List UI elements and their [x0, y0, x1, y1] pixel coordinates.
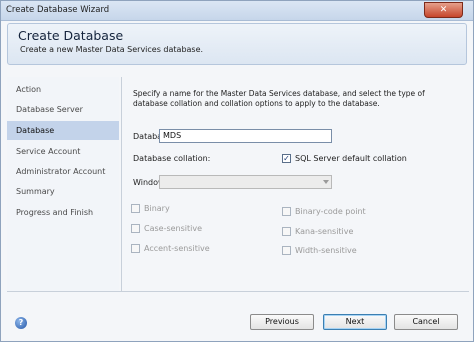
instructions-text: Specify a name for the Master Data Servi…: [133, 89, 425, 108]
checkbox-box: [131, 204, 140, 213]
checkmark-icon[interactable]: ✓: [282, 154, 291, 163]
page-title: Create Database: [18, 28, 124, 43]
case-sensitive-label: Case-sensitive: [144, 224, 203, 233]
accent-sensitive-label: Accent-sensitive: [144, 244, 210, 253]
windows-collation-select: [159, 175, 332, 189]
checkbox-box: [131, 224, 140, 233]
previous-button[interactable]: Previous: [250, 314, 314, 330]
kana-sensitive-checkbox: Kana-sensitive: [282, 227, 353, 236]
wizard-window: Create Database Wizard ✕ Create Database…: [0, 0, 474, 342]
nav-item-database[interactable]: Database: [7, 121, 119, 140]
nav-item-progress-and-finish[interactable]: Progress and Finish: [7, 203, 119, 222]
width-sensitive-checkbox: Width-sensitive: [282, 246, 357, 255]
window-title: Create Database Wizard: [6, 5, 110, 15]
title-bar[interactable]: Create Database Wizard ✕: [1, 1, 473, 21]
checkbox-box: [131, 244, 140, 253]
checkbox-box: [282, 227, 291, 236]
cancel-button[interactable]: Cancel: [394, 314, 458, 330]
accent-sensitive-checkbox: Accent-sensitive: [131, 244, 210, 253]
close-button[interactable]: ✕: [424, 2, 463, 18]
close-icon: ✕: [439, 5, 448, 15]
wizard-steps-nav: Action Database Server Database Service …: [7, 77, 119, 291]
wizard-header: Create Database Create a new Master Data…: [7, 23, 467, 65]
next-button[interactable]: Next: [323, 314, 387, 330]
page-subtitle: Create a new Master Data Services databa…: [20, 45, 204, 54]
binary-label: Binary: [144, 204, 170, 213]
checkbox-box: [282, 207, 291, 216]
nav-item-summary[interactable]: Summary: [7, 182, 119, 201]
case-sensitive-checkbox: Case-sensitive: [131, 224, 202, 233]
footer-divider: [7, 291, 469, 292]
chevron-down-icon: [323, 180, 329, 184]
nav-item-service-account[interactable]: Service Account: [7, 142, 119, 161]
nav-item-administrator-account[interactable]: Administrator Account: [7, 162, 119, 181]
help-icon[interactable]: ?: [15, 317, 27, 329]
nav-divider: [121, 77, 122, 291]
binary-checkbox: Binary: [131, 204, 170, 213]
sql-default-collation-label: SQL Server default collation: [295, 154, 407, 163]
width-sensitive-label: Width-sensitive: [295, 246, 357, 255]
binary-code-point-label: Binary-code point: [295, 207, 366, 216]
kana-sensitive-label: Kana-sensitive: [295, 227, 354, 236]
nav-item-database-server[interactable]: Database Server: [7, 100, 119, 119]
database-collation-label: Database collation:: [133, 154, 211, 163]
database-name-input[interactable]: MDS: [159, 129, 332, 143]
binary-code-point-checkbox: Binary-code point: [282, 207, 366, 216]
checkbox-box: [282, 246, 291, 255]
nav-item-action[interactable]: Action: [7, 80, 119, 99]
sql-default-collation-checkbox[interactable]: ✓ SQL Server default collation: [282, 154, 407, 163]
